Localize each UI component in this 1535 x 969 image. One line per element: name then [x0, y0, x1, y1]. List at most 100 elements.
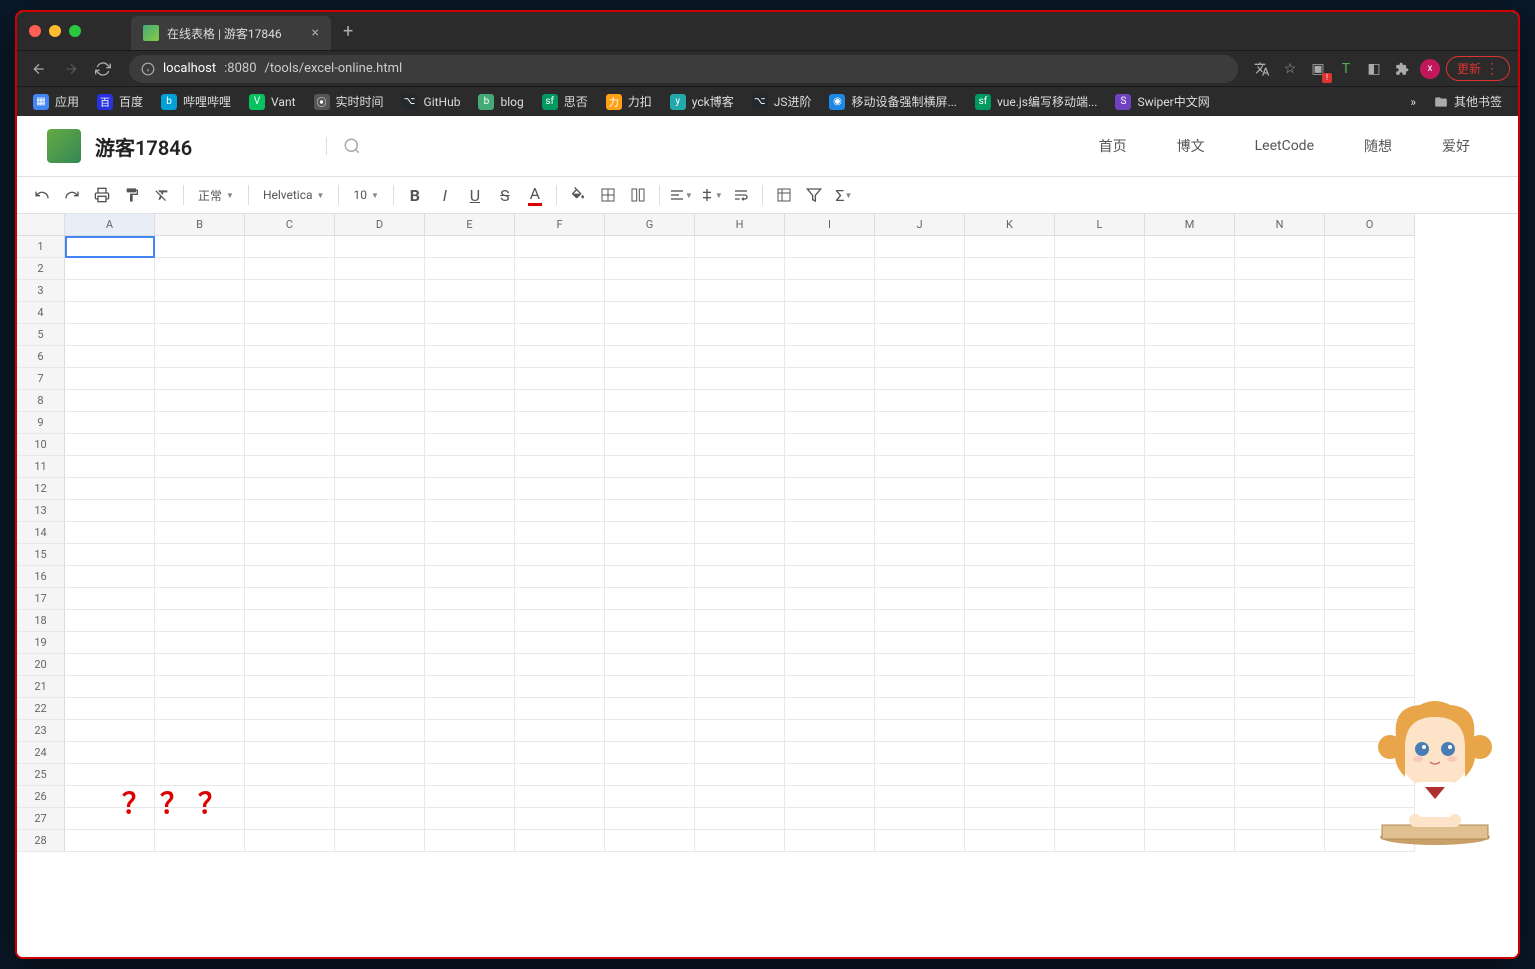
cell[interactable] [605, 280, 695, 302]
cell[interactable] [245, 544, 335, 566]
cell[interactable] [1325, 588, 1415, 610]
cell[interactable] [1235, 698, 1325, 720]
maximize-window-button[interactable] [69, 25, 81, 37]
cell[interactable] [695, 368, 785, 390]
row-header[interactable]: 22 [17, 698, 65, 720]
cell[interactable] [965, 324, 1055, 346]
cell[interactable] [965, 698, 1055, 720]
cell[interactable] [65, 808, 155, 830]
cell[interactable] [155, 368, 245, 390]
cell[interactable] [245, 412, 335, 434]
column-header[interactable]: L [1055, 214, 1145, 236]
cell[interactable] [965, 412, 1055, 434]
cell[interactable] [1055, 720, 1145, 742]
cell[interactable] [155, 544, 245, 566]
cell[interactable] [1235, 302, 1325, 324]
cell[interactable] [155, 588, 245, 610]
cell[interactable] [335, 500, 425, 522]
format-dropdown[interactable]: 正常▼ [192, 182, 240, 208]
cell[interactable] [155, 808, 245, 830]
cell[interactable] [155, 764, 245, 786]
cell[interactable] [1145, 324, 1235, 346]
cell[interactable] [425, 500, 515, 522]
cell[interactable] [65, 588, 155, 610]
cell[interactable] [515, 412, 605, 434]
cell[interactable] [695, 522, 785, 544]
cell[interactable] [335, 236, 425, 258]
cell[interactable] [155, 412, 245, 434]
cell[interactable] [335, 742, 425, 764]
column-header[interactable]: K [965, 214, 1055, 236]
column-header[interactable]: M [1145, 214, 1235, 236]
cell[interactable] [425, 676, 515, 698]
cell[interactable] [155, 236, 245, 258]
cell[interactable] [785, 676, 875, 698]
cell[interactable] [605, 632, 695, 654]
cell[interactable] [425, 588, 515, 610]
cell[interactable] [695, 808, 785, 830]
new-tab-button[interactable]: + [343, 21, 353, 42]
cell[interactable] [155, 742, 245, 764]
cell[interactable] [875, 654, 965, 676]
row-header[interactable]: 13 [17, 500, 65, 522]
cell[interactable] [65, 302, 155, 324]
cell[interactable] [1325, 500, 1415, 522]
bookmark-star-icon[interactable]: ☆ [1278, 57, 1302, 81]
italic-button[interactable]: I [432, 182, 458, 208]
cell[interactable] [1325, 830, 1415, 852]
back-button[interactable] [25, 55, 53, 83]
cell[interactable] [695, 676, 785, 698]
cell[interactable] [155, 346, 245, 368]
column-header[interactable]: F [515, 214, 605, 236]
cell[interactable] [515, 808, 605, 830]
cell[interactable] [1325, 720, 1415, 742]
minimize-window-button[interactable] [49, 25, 61, 37]
cell[interactable] [1055, 764, 1145, 786]
cell[interactable] [965, 236, 1055, 258]
cell[interactable] [425, 654, 515, 676]
functions-button[interactable]: Σ▼ [831, 182, 857, 208]
bookmark-item[interactable]: sfvue.js编写移动端... [967, 89, 1106, 114]
cell[interactable] [155, 500, 245, 522]
cell[interactable] [695, 302, 785, 324]
cell[interactable] [875, 368, 965, 390]
cell[interactable] [335, 280, 425, 302]
cell[interactable] [155, 676, 245, 698]
cell[interactable] [155, 632, 245, 654]
cell[interactable] [695, 258, 785, 280]
column-header[interactable]: N [1235, 214, 1325, 236]
cell[interactable] [425, 808, 515, 830]
paint-format-button[interactable] [119, 182, 145, 208]
cell[interactable] [155, 654, 245, 676]
cell[interactable] [1145, 698, 1235, 720]
cell[interactable] [1055, 698, 1145, 720]
cell[interactable] [1145, 786, 1235, 808]
cell[interactable] [965, 786, 1055, 808]
underline-button[interactable]: U [462, 182, 488, 208]
cell[interactable] [785, 324, 875, 346]
cell[interactable] [65, 522, 155, 544]
font-size-dropdown[interactable]: 10▼ [347, 182, 384, 208]
cell[interactable] [65, 324, 155, 346]
row-header[interactable]: 10 [17, 434, 65, 456]
other-bookmarks[interactable]: 其他书签 [1426, 89, 1510, 114]
cell[interactable] [335, 830, 425, 852]
cell[interactable] [65, 390, 155, 412]
cell[interactable] [1235, 676, 1325, 698]
cell[interactable] [155, 830, 245, 852]
cell[interactable] [1325, 280, 1415, 302]
cell[interactable] [1325, 764, 1415, 786]
cell[interactable] [515, 258, 605, 280]
cell[interactable] [875, 236, 965, 258]
cell[interactable] [785, 720, 875, 742]
row-header[interactable]: 4 [17, 302, 65, 324]
cell[interactable] [605, 654, 695, 676]
bold-button[interactable]: B [402, 182, 428, 208]
cell[interactable] [335, 654, 425, 676]
forward-button[interactable] [57, 55, 85, 83]
cell[interactable] [1325, 698, 1415, 720]
cell[interactable] [785, 698, 875, 720]
cell[interactable] [335, 566, 425, 588]
cell[interactable] [875, 764, 965, 786]
cell[interactable] [245, 456, 335, 478]
